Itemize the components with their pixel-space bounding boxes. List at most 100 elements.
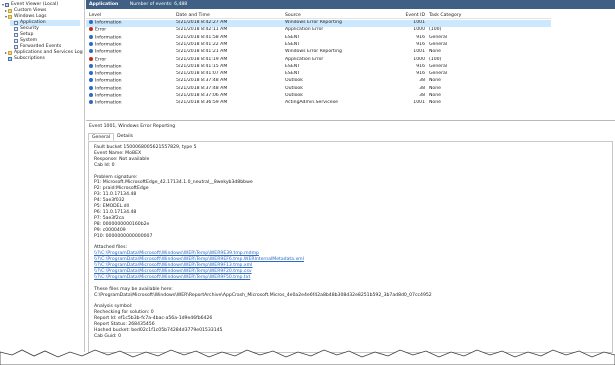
description-line: Event Name: MoBEX xyxy=(94,150,142,156)
cell-task-category: None xyxy=(429,100,441,106)
cell-level: Information xyxy=(89,85,174,93)
level-text: Information xyxy=(95,93,122,99)
table-row[interactable]: Information 5/21/2018 8:41:58 AM ESENT 916 G… xyxy=(86,34,551,42)
events-list: Level Date and Time Source Event ID Task… xyxy=(86,10,615,120)
event-detail-pane: Event 1001, Windows Error Reporting Gene… xyxy=(86,120,615,353)
attached-file-link[interactable]: \\?\C:\ProgramData\Microsoft\Windows\WER… xyxy=(94,251,259,257)
information-icon xyxy=(89,34,93,39)
cell-event-id: 1001 xyxy=(413,20,425,25)
attached-file-link[interactable]: \\?\C:\ProgramData\Microsoft\Windows\WER… xyxy=(94,269,252,275)
log-icon xyxy=(14,45,18,49)
main-pane: Application Number of events: 6,488 Leve… xyxy=(86,0,615,353)
description-line: These files may be available here: xyxy=(94,286,173,292)
error-icon xyxy=(89,56,93,61)
attached-file-link[interactable]: \\?\C:\ProgramData\Microsoft\Windows\WER… xyxy=(94,257,304,263)
description-line: Cab Id: 0 xyxy=(94,162,115,168)
column-header-task-category[interactable]: Task Category xyxy=(429,12,469,19)
navigation-tree: ▾ Event Viewer (Local) ▸ Custom Views ▾ … xyxy=(0,0,85,352)
description-line: P6: 11.0.17134.48 xyxy=(94,209,137,215)
log-header-bar: Application Number of events: 6,488 xyxy=(86,0,615,9)
cell-date: 5/21/2018 8:41:15 AM xyxy=(176,63,228,69)
cell-event-id: 916 xyxy=(416,71,425,77)
events-list-header: Level Date and Time Source Event ID Task… xyxy=(86,12,551,19)
folder-icon xyxy=(8,15,12,19)
description-line: P8: 0000000000160b2e xyxy=(94,221,150,227)
log-name: Application xyxy=(89,2,119,7)
information-icon xyxy=(89,85,93,90)
cell-task-category: General xyxy=(429,63,448,69)
cell-source: Windows Error Reporting xyxy=(285,20,342,25)
table-row[interactable]: Error 5/21/2018 8:41:19 AM Application Err… xyxy=(86,56,551,64)
cell-event-id: 38 xyxy=(419,85,425,91)
cell-task-category: (100) xyxy=(429,27,442,33)
description-line: P9: c0000409 xyxy=(94,227,126,233)
table-row[interactable]: Information 5/21/2018 8:41:22 AM ESENT 916 G… xyxy=(86,41,551,49)
level-text: Information xyxy=(95,100,122,106)
cell-event-id: 1000 xyxy=(413,56,425,62)
cell-source: Windows Error Reporting xyxy=(285,49,342,55)
attached-file-link[interactable]: \\?\C:\ProgramData\Microsoft\Windows\WER… xyxy=(94,275,250,281)
cell-level: Error xyxy=(89,56,174,64)
event-detail-title: Event 1001, Windows Error Reporting xyxy=(89,124,176,129)
level-text: Information xyxy=(95,42,122,48)
cell-level: Information xyxy=(89,71,174,78)
information-icon xyxy=(89,49,93,54)
table-row[interactable]: Information 5/21/2018 8:37:06 AM Outlook 38… xyxy=(86,93,551,100)
cell-source: Application Error xyxy=(285,27,324,33)
event-description-panel: Fault bucket 1500068005621557829, type 5… xyxy=(88,141,613,353)
cell-task-category: General xyxy=(429,41,448,47)
table-row[interactable]: Error 5/21/2018 8:42:11 AM Application Err… xyxy=(86,27,551,34)
level-text: Information xyxy=(95,49,122,55)
column-header-level[interactable]: Level xyxy=(89,12,174,19)
cell-task-category: General xyxy=(429,34,448,40)
table-row[interactable]: Information 5/21/2018 8:36:59 AM ActingAdm… xyxy=(86,100,551,107)
log-icon xyxy=(14,33,18,37)
tab-details[interactable]: Details xyxy=(114,133,136,141)
cell-level: Information xyxy=(89,49,174,56)
description-line: Report Status: 268435456 xyxy=(94,322,155,327)
cell-event-id: 38 xyxy=(419,78,425,84)
cell-date: 5/21/2018 8:37:48 AM xyxy=(176,78,228,84)
column-header-source[interactable]: Source xyxy=(285,12,397,19)
cell-level: Information xyxy=(89,41,174,49)
cell-source: ESENT xyxy=(285,34,300,40)
description-line: P7: 5ae3f2ca xyxy=(94,215,125,221)
tab-general[interactable]: General xyxy=(88,133,115,141)
cell-date: 5/21/2018 8:41:22 AM xyxy=(176,41,228,47)
cell-source: ESENT xyxy=(285,63,300,69)
level-text: Information xyxy=(95,20,122,26)
information-icon xyxy=(89,100,93,105)
table-row[interactable]: Information 5/21/2018 8:41:21 AM Windows E… xyxy=(86,49,551,56)
cell-source: ESENT xyxy=(285,71,300,77)
event-count: Number of events: 6,488 xyxy=(129,2,188,7)
column-header-date[interactable]: Date and Time xyxy=(176,12,281,19)
tree-item-subscriptions[interactable]: Subscriptions xyxy=(4,56,45,62)
cell-date: 5/21/2018 8:42:27 AM xyxy=(176,20,228,25)
cell-level: Information xyxy=(89,93,174,100)
information-icon xyxy=(89,41,93,46)
cell-date: 5/21/2018 8:42:11 AM xyxy=(176,27,228,33)
table-row[interactable]: Information 5/21/2018 8:41:07 AM ESENT 916 G… xyxy=(86,71,551,78)
table-row[interactable]: Information 5/21/2018 8:41:15 AM ESENT 916 G… xyxy=(86,63,551,71)
table-row[interactable]: Information 5/21/2018 8:37:48 AM Outlook 38… xyxy=(86,85,551,93)
cell-task-category: General xyxy=(429,71,448,77)
information-icon xyxy=(89,20,93,24)
attached-file-link[interactable]: \\?\C:\ProgramData\Microsoft\Windows\WER… xyxy=(94,263,252,269)
information-icon xyxy=(89,78,93,83)
column-header-event-id[interactable]: Event ID xyxy=(398,12,425,19)
information-icon xyxy=(89,71,93,76)
cell-date: 5/21/2018 8:41:19 AM xyxy=(176,56,228,62)
subscription-icon xyxy=(8,57,12,61)
table-row[interactable]: Information 5/21/2018 8:37:48 AM Outlook 38… xyxy=(86,78,551,85)
description-line: Report Id: ef1c5b3b-fc7a-4bac-a56a-1d9e4… xyxy=(94,316,213,322)
cell-task-category: None xyxy=(429,49,441,55)
cell-source: Outlook xyxy=(285,85,303,91)
cell-source: Outlook xyxy=(285,93,303,98)
cell-date: 5/21/2018 8:41:58 AM xyxy=(176,34,228,40)
cell-source: Outlook xyxy=(285,78,303,84)
folder-icon xyxy=(8,9,12,13)
table-row[interactable]: Information 5/21/2018 8:42:27 AM Windows E… xyxy=(86,20,551,27)
cell-level: Information xyxy=(89,78,174,85)
cell-date: 5/21/2018 8:41:07 AM xyxy=(176,71,228,77)
description-line: P4: 5ae3f032 xyxy=(94,198,125,204)
